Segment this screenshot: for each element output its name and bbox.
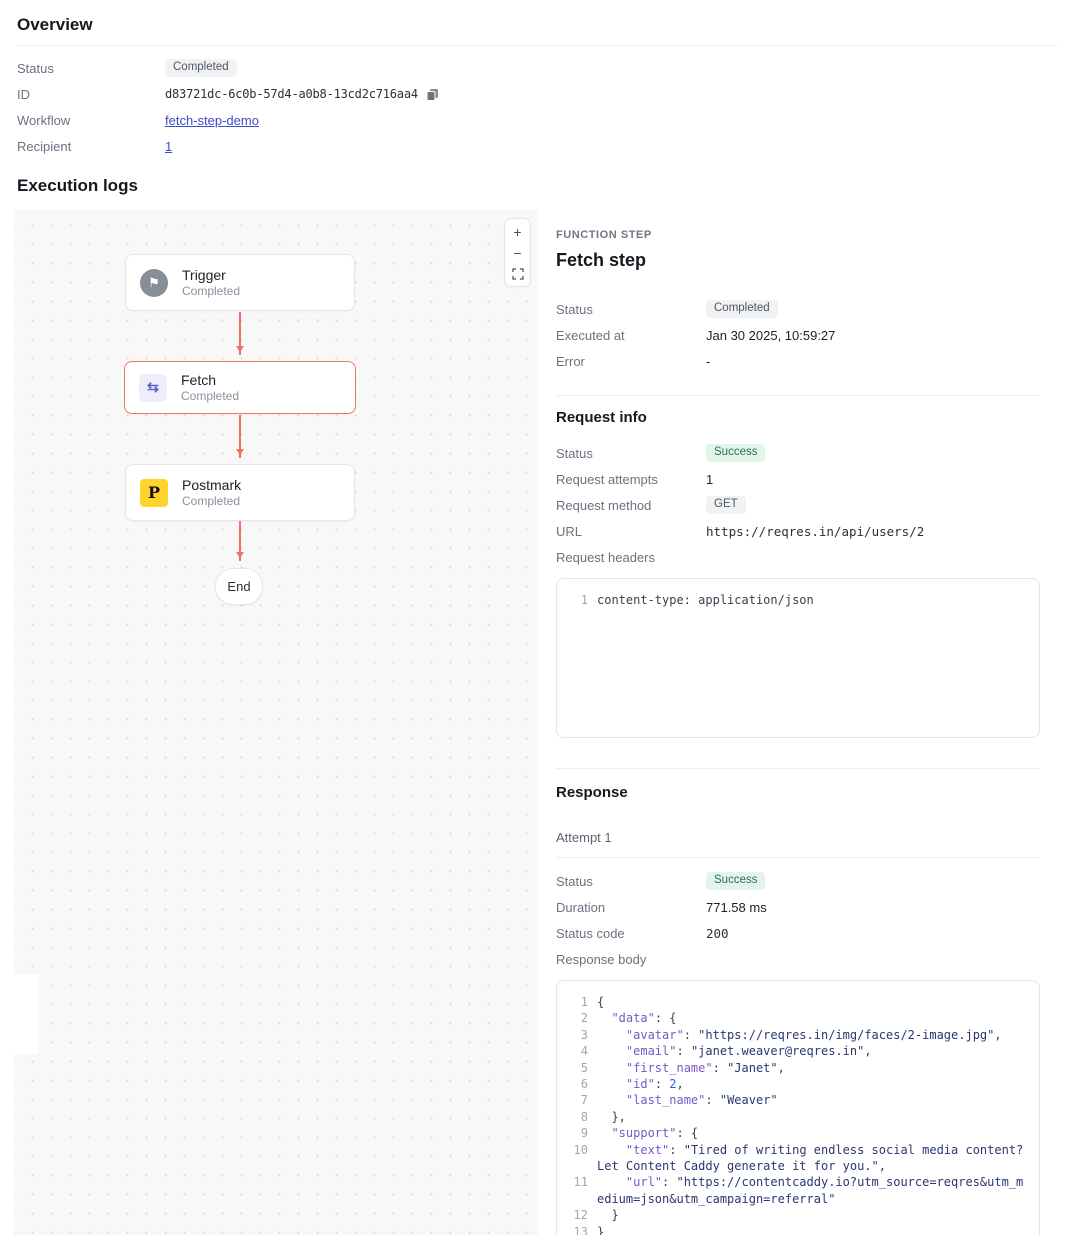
code-line: 4 "email": "janet.weaver@reqres.in", (571, 1043, 1025, 1059)
workflow-canvas[interactable]: ⚑ Trigger Completed ⇆ Fetch Completed P … (14, 209, 538, 1235)
divider (17, 45, 1057, 46)
step-status-row: Status Completed (556, 296, 1040, 322)
status-code-label: Status code (556, 926, 706, 941)
node-end: End (215, 568, 263, 605)
response-status-row: Status Success (556, 868, 1040, 894)
success-badge: Success (706, 872, 765, 891)
zoom-out-button[interactable]: − (505, 242, 530, 263)
request-headers-label: Request headers (556, 550, 706, 565)
edge-trigger-fetch (239, 312, 241, 355)
error-value: - (706, 354, 710, 369)
postmark-p-icon: P (140, 479, 168, 507)
success-badge: Success (706, 444, 765, 463)
divider (556, 395, 1040, 396)
status-code-value: 200 (706, 926, 729, 941)
status-badge: Completed (165, 59, 237, 78)
request-headers-code-block[interactable]: 1content-type: application/json (556, 578, 1040, 738)
request-status-row: Status Success (556, 440, 1040, 466)
code-line: 1content-type: application/json (571, 592, 1025, 608)
attempts-value: 1 (706, 472, 713, 487)
overview-section: Overview Status Completed ID d83721dc-6c… (0, 0, 1075, 196)
code-line: 1{ (571, 994, 1025, 1010)
method-badge: GET (706, 496, 746, 515)
code-line: 6 "id": 2, (571, 1076, 1025, 1092)
overview-status-row: Status Completed (17, 55, 1057, 81)
status-label: Status (556, 874, 706, 889)
workflow-label: Workflow (17, 113, 165, 128)
edge-postmark-end (239, 518, 241, 561)
node-fetch[interactable]: ⇆ Fetch Completed (124, 361, 356, 414)
duration-value: 771.58 ms (706, 900, 767, 915)
node-status: Completed (182, 494, 241, 508)
overview-workflow-row: Workflow fetch-step-demo (17, 107, 1057, 133)
code-line: 8 }, (571, 1109, 1025, 1125)
overview-recipient-row: Recipient 1 (17, 133, 1057, 159)
copy-icon[interactable] (426, 88, 439, 101)
divider (556, 857, 1040, 858)
error-row: Error - (556, 348, 1040, 374)
code-line: 11 "url": "https://contentcaddy.io?utm_s… (571, 1174, 1025, 1207)
status-label: Status (556, 302, 706, 317)
overview-id-row: ID d83721dc-6c0b-57d4-a0b8-13cd2c716aa4 (17, 81, 1057, 107)
request-url-row: URL https://reqres.in/api/users/2 (556, 518, 1040, 544)
swap-arrows-icon: ⇆ (139, 374, 167, 402)
code-line: 7 "last_name": "Weaver" (571, 1092, 1025, 1108)
transaction-id: d83721dc-6c0b-57d4-a0b8-13cd2c716aa4 (165, 87, 418, 101)
url-label: URL (556, 524, 706, 539)
flag-icon: ⚑ (140, 269, 168, 297)
response-body-row: Response body (556, 946, 1040, 972)
edge-fetch-postmark (239, 415, 241, 458)
node-title: Postmark (182, 477, 241, 493)
recipient-link[interactable]: 1 (165, 139, 172, 154)
status-label: Status (556, 446, 706, 461)
node-postmark[interactable]: P Postmark Completed (125, 464, 355, 521)
status-code-row: Status code 200 (556, 920, 1040, 946)
canvas-zoom-controls: + − (504, 218, 531, 287)
node-status: Completed (182, 284, 240, 298)
attempt-label: Attempt 1 (556, 830, 1040, 845)
status-badge: Completed (706, 300, 778, 319)
node-status: Completed (181, 389, 239, 403)
executed-at-value: Jan 30 2025, 10:59:27 (706, 328, 835, 343)
method-label: Request method (556, 498, 706, 513)
code-line: 10 "text": "Tired of writing endless soc… (571, 1142, 1025, 1175)
request-method-row: Request method GET (556, 492, 1040, 518)
response-body-label: Response body (556, 952, 706, 967)
code-line: 13} (571, 1224, 1025, 1235)
code-line: 12 } (571, 1207, 1025, 1223)
divider (556, 768, 1040, 769)
step-detail-panel: FUNCTION STEP Fetch step Status Complete… (556, 209, 1040, 1235)
workflow-link[interactable]: fetch-step-demo (165, 113, 259, 128)
node-title: Fetch (181, 372, 239, 388)
id-label: ID (17, 87, 165, 102)
attempts-label: Request attempts (556, 472, 706, 487)
node-title: Trigger (182, 267, 240, 283)
response-title: Response (556, 784, 1040, 801)
response-body-code-block[interactable]: 1{2 "data": {3 "avatar": "https://reqres… (556, 980, 1040, 1235)
executed-at-label: Executed at (556, 328, 706, 343)
execution-logs-title: Execution logs (17, 176, 1057, 196)
step-title: Fetch step (556, 250, 1040, 271)
status-label: Status (17, 61, 165, 76)
overview-title: Overview (17, 0, 1057, 35)
node-trigger[interactable]: ⚑ Trigger Completed (125, 254, 355, 311)
duration-label: Duration (556, 900, 706, 915)
code-line: 3 "avatar": "https://reqres.in/img/faces… (571, 1027, 1025, 1043)
zoom-in-button[interactable]: + (505, 221, 530, 242)
error-label: Error (556, 354, 706, 369)
request-headers-row: Request headers (556, 544, 1040, 570)
request-info-title: Request info (556, 409, 1040, 426)
canvas-overlay (14, 974, 38, 1054)
recipient-label: Recipient (17, 139, 165, 154)
fullscreen-icon (512, 268, 524, 280)
executed-at-row: Executed at Jan 30 2025, 10:59:27 (556, 322, 1040, 348)
request-attempts-row: Request attempts 1 (556, 466, 1040, 492)
duration-row: Duration 771.58 ms (556, 894, 1040, 920)
code-line: 9 "support": { (571, 1125, 1025, 1141)
fit-view-button[interactable] (505, 263, 530, 284)
url-value: https://reqres.in/api/users/2 (706, 524, 924, 539)
code-line: 5 "first_name": "Janet", (571, 1060, 1025, 1076)
code-line: 2 "data": { (571, 1010, 1025, 1026)
step-type-kicker: FUNCTION STEP (556, 229, 1040, 241)
